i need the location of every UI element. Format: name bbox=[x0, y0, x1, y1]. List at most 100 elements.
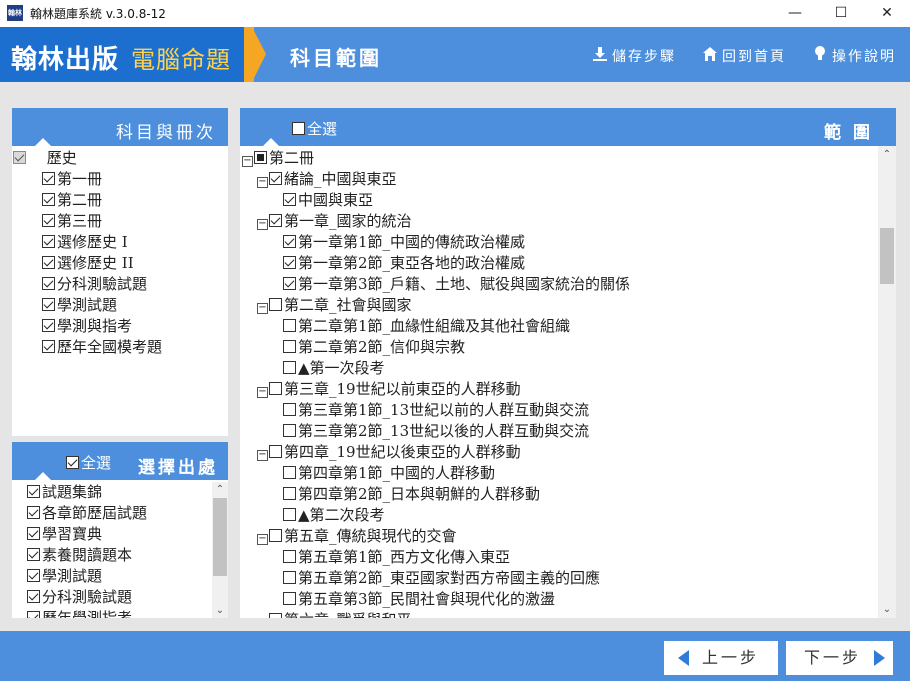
range-checkbox[interactable] bbox=[269, 529, 282, 542]
source-checkbox[interactable] bbox=[27, 611, 40, 618]
scroll-down-icon[interactable]: ⌄ bbox=[878, 604, 896, 615]
range-checkbox[interactable] bbox=[283, 193, 296, 206]
range-checkbox[interactable] bbox=[283, 235, 296, 248]
collapse-toggle-icon[interactable]: − bbox=[257, 534, 268, 545]
volume-checkbox[interactable] bbox=[42, 319, 55, 332]
volume-checkbox[interactable] bbox=[42, 235, 55, 248]
source-checkbox[interactable] bbox=[27, 569, 40, 582]
range-leaf-item[interactable]: 第四章第1節_中國的人群移動 bbox=[283, 463, 495, 484]
source-checkbox[interactable] bbox=[27, 548, 40, 561]
range-leaf-item[interactable]: 第三章第1節_13世紀以前的人群互動與交流 bbox=[283, 400, 589, 421]
range-scrollbar[interactable]: ⌃ ⌄ bbox=[878, 146, 896, 618]
previous-step-button[interactable]: 上一步 bbox=[664, 641, 778, 675]
range-select-all-checkbox[interactable] bbox=[292, 122, 305, 135]
source-checkbox[interactable] bbox=[27, 590, 40, 603]
range-checkbox[interactable] bbox=[269, 172, 282, 185]
source-item[interactable]: 素養閱讀題本 bbox=[27, 545, 132, 566]
range-checkbox[interactable] bbox=[283, 424, 296, 437]
collapse-toggle-icon[interactable]: − bbox=[257, 387, 268, 398]
range-checkbox[interactable] bbox=[283, 508, 296, 521]
volume-item[interactable]: 分科測驗試題 bbox=[42, 274, 147, 295]
collapse-toggle-icon[interactable]: − bbox=[257, 177, 268, 188]
range-leaf-item[interactable]: 第一章第3節_戶籍、土地、賦役與國家統治的關係 bbox=[283, 274, 630, 295]
scroll-up-icon[interactable]: ⌃ bbox=[212, 484, 228, 495]
range-leaf-item[interactable]: ▲第二次段考 bbox=[283, 505, 385, 526]
volume-checkbox[interactable] bbox=[42, 256, 55, 269]
range-leaf-item[interactable]: ▲第一次段考 bbox=[283, 358, 385, 379]
volume-checkbox[interactable] bbox=[42, 214, 55, 227]
range-checkbox[interactable] bbox=[283, 340, 296, 353]
range-checkbox[interactable] bbox=[269, 298, 282, 311]
range-checkbox[interactable] bbox=[283, 550, 296, 563]
range-checkbox[interactable] bbox=[283, 256, 296, 269]
range-leaf-item[interactable]: 第四章第2節_日本與朝鮮的人群移動 bbox=[283, 484, 540, 505]
source-scroll-thumb[interactable] bbox=[213, 498, 227, 576]
range-node-item[interactable]: − 緒論_中國與東亞 bbox=[257, 169, 397, 190]
collapse-toggle-icon[interactable]: − bbox=[242, 156, 253, 167]
range-node-item[interactable]: − 第五章_傳統與現代的交會 bbox=[257, 526, 457, 547]
range-checkbox[interactable] bbox=[269, 214, 282, 227]
range-checkbox[interactable] bbox=[283, 592, 296, 605]
range-leaf-item[interactable]: 第二章第1節_血緣性組織及其他社會組織 bbox=[283, 316, 570, 337]
range-leaf-item[interactable]: 第五章第3節_民間社會與現代化的激盪 bbox=[283, 589, 555, 610]
range-leaf-item[interactable]: 第二章第2節_信仰與宗教 bbox=[283, 337, 465, 358]
range-node-item[interactable]: − 第一章_國家的統治 bbox=[257, 211, 412, 232]
source-item[interactable]: 學測試題 bbox=[27, 566, 102, 587]
volume-item[interactable]: 選修歷史 I bbox=[42, 232, 128, 253]
source-item[interactable]: 學習寶典 bbox=[27, 524, 102, 545]
source-scrollbar[interactable]: ⌃ ⌄ bbox=[212, 482, 228, 618]
volume-item[interactable]: 第一冊 bbox=[42, 169, 102, 190]
range-checkbox[interactable] bbox=[269, 445, 282, 458]
collapse-toggle-icon[interactable]: − bbox=[257, 303, 268, 314]
range-node-item[interactable]: − 第三章_19世紀以前東亞的人群移動 bbox=[257, 379, 521, 400]
range-leaf-item[interactable]: 第三章第2節_13世紀以後的人群互動與交流 bbox=[283, 421, 589, 442]
volume-item[interactable]: 歷年全國模考題 bbox=[42, 337, 162, 358]
collapse-toggle-icon[interactable]: − bbox=[257, 450, 268, 461]
home-link[interactable]: 回到首頁 bbox=[702, 46, 786, 66]
source-select-all[interactable]: 全選 bbox=[66, 452, 111, 473]
source-select-all-checkbox[interactable] bbox=[66, 456, 79, 469]
help-link[interactable]: 操作說明 bbox=[812, 46, 896, 66]
range-checkbox[interactable] bbox=[269, 613, 282, 618]
source-item[interactable]: 試題集錦 bbox=[27, 482, 102, 503]
volume-item[interactable]: 選修歷史 II bbox=[42, 253, 134, 274]
range-node-item[interactable]: −第六章_戰爭與和平 bbox=[257, 610, 412, 618]
source-item[interactable]: 各章節歷屆試題 bbox=[27, 503, 147, 524]
range-node-item[interactable]: − 第二章_社會與國家 bbox=[257, 295, 412, 316]
range-node-item[interactable]: − 第四章_19世紀以後東亞的人群移動 bbox=[257, 442, 521, 463]
range-select-all[interactable]: 全選 bbox=[292, 118, 337, 139]
subject-root-checkbox[interactable] bbox=[13, 151, 26, 164]
scroll-down-icon[interactable]: ⌄ bbox=[212, 605, 228, 616]
source-item[interactable]: 分科測驗試題 bbox=[27, 587, 132, 608]
range-scroll-thumb[interactable] bbox=[880, 228, 894, 284]
source-checkbox[interactable] bbox=[27, 485, 40, 498]
range-checkbox[interactable] bbox=[283, 277, 296, 290]
volume-checkbox[interactable] bbox=[42, 172, 55, 185]
volume-checkbox[interactable] bbox=[42, 193, 55, 206]
maximize-button[interactable]: ☐ bbox=[818, 0, 864, 27]
range-checkbox[interactable] bbox=[283, 487, 296, 500]
source-item[interactable]: 歷年學測指考 bbox=[27, 608, 132, 618]
scroll-up-icon[interactable]: ⌃ bbox=[878, 149, 896, 160]
range-checkbox[interactable] bbox=[283, 361, 296, 374]
range-checkbox[interactable] bbox=[283, 319, 296, 332]
range-leaf-item[interactable]: 中國與東亞 bbox=[283, 190, 373, 211]
range-leaf-item[interactable]: 第五章第1節_西方文化傳入東亞 bbox=[283, 547, 510, 568]
range-checkbox[interactable] bbox=[283, 571, 296, 584]
close-button[interactable]: ✕ bbox=[864, 0, 910, 27]
range-checkbox[interactable] bbox=[283, 403, 296, 416]
volume-item[interactable]: 第三冊 bbox=[42, 211, 102, 232]
range-leaf-item[interactable]: 第一章第2節_東亞各地的政治權威 bbox=[283, 253, 525, 274]
source-checkbox[interactable] bbox=[27, 527, 40, 540]
volume-item[interactable]: 學測與指考 bbox=[42, 316, 132, 337]
source-checkbox[interactable] bbox=[27, 506, 40, 519]
volume-checkbox[interactable] bbox=[42, 340, 55, 353]
range-checkbox[interactable] bbox=[283, 466, 296, 479]
range-leaf-item[interactable]: 第一章第1節_中國的傳統政治權威 bbox=[283, 232, 525, 253]
save-steps-link[interactable]: 儲存步驟 bbox=[592, 46, 676, 66]
subject-root-item[interactable]: 歷史 bbox=[13, 148, 77, 169]
range-checkbox[interactable] bbox=[269, 382, 282, 395]
volume-item[interactable]: 學測試題 bbox=[42, 295, 117, 316]
next-step-button[interactable]: 下一步 bbox=[786, 641, 893, 675]
collapse-toggle-icon[interactable]: − bbox=[257, 219, 268, 230]
